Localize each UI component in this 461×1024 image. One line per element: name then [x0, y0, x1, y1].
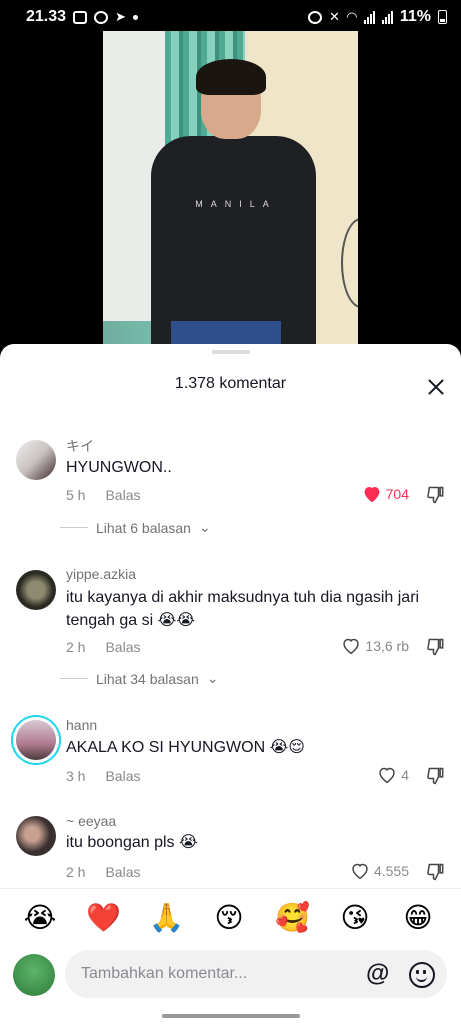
chevron-down-icon: ⌄ [198, 519, 211, 535]
signal-icon-2 [381, 10, 393, 24]
avatar[interactable] [16, 720, 56, 760]
more-notifications-icon [132, 14, 138, 20]
view-replies-label: Lihat 34 balasan [96, 670, 199, 687]
battery-percent: 11% [399, 8, 431, 25]
comment-text: itu kayanya di akhir maksudnya tuh dia n… [66, 589, 420, 629]
battery-icon [438, 10, 447, 24]
video-person-hoodie [151, 136, 316, 346]
emoji-love-face-button[interactable]: 🥰 [275, 901, 310, 935]
gallery-icon [73, 10, 88, 24]
video-person-hair [196, 59, 266, 95]
divider-line [60, 527, 88, 528]
comment-age: 2 h [66, 639, 86, 655]
heart-outline-icon [377, 766, 397, 784]
comment-meta: 5 h Balas [66, 487, 141, 503]
comment-input[interactable]: Tambahkan komentar... [65, 950, 447, 998]
like-count: 4.555 [373, 863, 409, 879]
wifi-icon: ◠ [346, 9, 357, 24]
comment-count-title: 1.378 komentar [174, 375, 287, 392]
comment-age: 5 h [66, 487, 86, 503]
status-bar: 21.33 ➤ ✕ ◠ 11% [0, 0, 461, 34]
heart-outline-icon [350, 862, 370, 880]
like-button[interactable]: 4 [377, 766, 409, 784]
drag-handle[interactable] [212, 350, 250, 354]
close-icon[interactable] [424, 376, 448, 400]
view-replies-button[interactable]: Lihat 34 balasan ⌄ [60, 670, 219, 687]
mention-button[interactable]: @ [366, 960, 389, 988]
emoji-quick-bar: 😭 ❤️ 🙏 😚 🥰 😘 😁 [0, 888, 461, 947]
like-count: 13,6 rb [365, 638, 409, 654]
comment-username[interactable]: hann [66, 717, 97, 733]
comment-text: itu boongan pls 😭 [66, 834, 198, 851]
like-count: 704 [385, 486, 409, 502]
chevron-down-icon: ⌄ [206, 670, 219, 686]
comment-text: AKALA KO SI HYUNGWON 😭😌 [66, 739, 305, 756]
dislike-icon[interactable] [426, 637, 448, 659]
avatar[interactable] [16, 816, 56, 856]
dislike-icon[interactable] [426, 766, 448, 788]
like-button[interactable]: 4.555 [350, 862, 409, 880]
comment-age: 2 h [66, 864, 86, 880]
video-person-jeans [171, 321, 281, 346]
view-replies-label: Lihat 6 balasan [96, 519, 191, 536]
dislike-icon[interactable] [426, 485, 448, 507]
my-avatar [13, 954, 55, 996]
heart-filled-icon [362, 485, 382, 503]
heart-outline-icon [341, 637, 361, 655]
comment-input-bar: Tambahkan komentar... @ [0, 946, 461, 1024]
emoji-kiss-heart-button[interactable]: 😘 [338, 901, 372, 935]
comment-meta: 2 h Balas [66, 639, 141, 655]
comment-text: HYUNGWON.. [66, 459, 172, 476]
whatsapp-icon [94, 10, 109, 24]
comment-username[interactable]: yippe.azkia [66, 566, 136, 582]
avatar[interactable] [16, 570, 56, 610]
hoodie-print: MANILA [195, 199, 277, 209]
emoji-picker-icon[interactable] [409, 962, 435, 988]
reply-button[interactable]: Balas [105, 639, 140, 655]
video-player[interactable]: MANILA [103, 31, 358, 346]
alarm-icon [307, 10, 322, 24]
reply-button[interactable]: Balas [105, 864, 140, 880]
bird-icon: ➤ [115, 9, 126, 24]
reply-button[interactable]: Balas [105, 487, 140, 503]
emoji-pray-button[interactable]: 🙏 [149, 901, 184, 935]
comment-meta: 2 h Balas [66, 864, 141, 880]
emoji-kissing-button[interactable]: 😚 [212, 901, 246, 935]
clock: 21.33 [26, 8, 67, 25]
like-count: 4 [401, 767, 409, 783]
home-indicator[interactable] [162, 1014, 300, 1018]
like-button[interactable]: 704 [362, 485, 409, 503]
emoji-crying-button[interactable]: 😭 [23, 901, 57, 935]
mute-icon: ✕ [328, 9, 340, 24]
dislike-icon[interactable] [426, 862, 448, 884]
emoji-grin-button[interactable]: 😁 [401, 901, 435, 935]
reply-button[interactable]: Balas [105, 768, 140, 784]
signal-icon [363, 10, 375, 24]
view-replies-button[interactable]: Lihat 6 balasan ⌄ [60, 519, 211, 536]
divider-line [60, 678, 88, 679]
like-button[interactable]: 13,6 rb [341, 637, 409, 655]
comment-age: 3 h [66, 768, 86, 784]
comment-username[interactable]: ~ eeyaa [66, 813, 116, 829]
comment-meta: 3 h Balas [66, 768, 141, 784]
avatar[interactable] [16, 440, 56, 480]
comment-username[interactable]: キイ [66, 436, 94, 456]
emoji-heart-button[interactable]: ❤️ [86, 901, 121, 935]
